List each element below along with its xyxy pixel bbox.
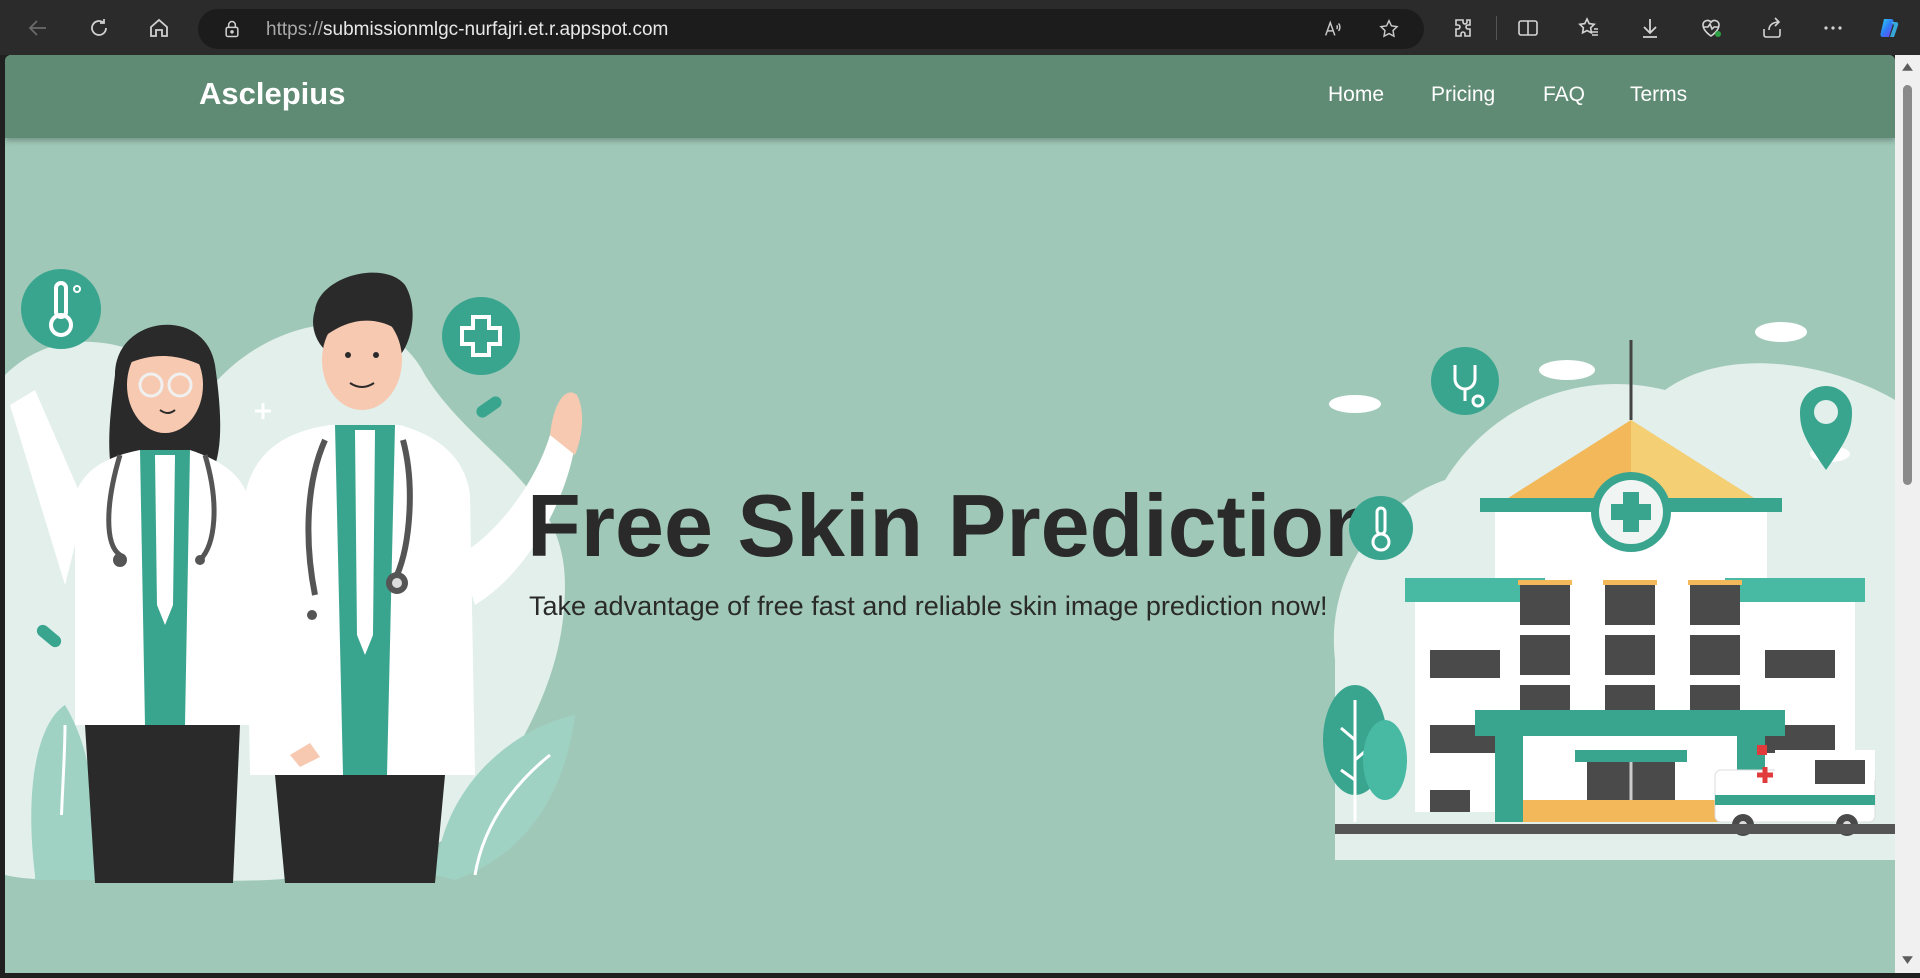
url-protocol: https:// [266, 19, 324, 40]
nav-link-pricing[interactable]: Pricing [1431, 83, 1495, 107]
brand-logo[interactable]: Asclepius [199, 76, 345, 112]
thermometer-badge-icon [1349, 496, 1413, 560]
hero-title: Free Skin Prediction [527, 476, 1378, 575]
stethoscope-badge-icon [1431, 347, 1499, 415]
more-button[interactable] [1817, 12, 1849, 44]
home-icon [150, 18, 168, 37]
split-screen-icon [1518, 20, 1538, 36]
downloads-button[interactable] [1634, 12, 1666, 44]
page-viewport: Asclepius Home Pricing FAQ Terms Free Sk… [5, 55, 1895, 973]
share-button[interactable] [1756, 12, 1788, 44]
scroll-down-icon[interactable] [1901, 953, 1914, 966]
downloads-icon [1643, 19, 1657, 38]
site-header: Asclepius Home Pricing FAQ Terms [5, 55, 1895, 138]
thermometer-badge-icon [21, 269, 101, 349]
read-aloud-icon[interactable] [1322, 18, 1344, 40]
back-button[interactable] [20, 10, 56, 46]
page-scrollbar[interactable] [1895, 55, 1920, 973]
browser-essentials-icon [1702, 19, 1721, 37]
medical-cross-badge-icon [442, 297, 520, 375]
share-icon [1763, 17, 1781, 38]
window-bottom-edge [0, 973, 1920, 978]
home-button[interactable] [141, 10, 177, 46]
copilot-button[interactable] [1873, 12, 1905, 44]
favorites-icon [1578, 17, 1598, 36]
nav-link-faq[interactable]: FAQ [1543, 83, 1585, 107]
extensions-button[interactable] [1447, 12, 1479, 44]
scroll-up-icon[interactable] [1901, 61, 1914, 74]
url-text[interactable]: https://submissionmlgc-nurfajri.et.r.app… [266, 19, 668, 41]
copilot-icon [1880, 19, 1899, 37]
refresh-button[interactable] [81, 10, 117, 46]
nav-link-home[interactable]: Home [1328, 83, 1384, 107]
more-icon [1824, 26, 1842, 30]
address-bar[interactable]: https://submissionmlgc-nurfajri.et.r.app… [198, 9, 1424, 49]
doctors-illustration [5, 269, 583, 883]
nav-link-terms[interactable]: Terms [1630, 83, 1687, 107]
hero-subtitle: Take advantage of free fast and reliable… [529, 591, 1328, 621]
back-icon [28, 20, 46, 36]
extensions-icon [1455, 19, 1471, 37]
favorites-button[interactable] [1573, 12, 1605, 44]
refresh-icon [91, 19, 107, 36]
hospital-illustration [1323, 322, 1895, 860]
url-host: submissionmlgc-nurfajri.et.r.appspot.com [323, 19, 669, 40]
toolbar-divider [1496, 16, 1497, 40]
lock-icon[interactable] [222, 19, 242, 39]
browser-toolbar: https://submissionmlgc-nurfajri.et.r.app… [0, 0, 1920, 55]
split-screen-button[interactable] [1512, 12, 1544, 44]
browser-essentials-button[interactable] [1695, 12, 1727, 44]
favorite-star-icon[interactable] [1378, 18, 1400, 40]
scrollbar-thumb[interactable] [1903, 85, 1912, 485]
